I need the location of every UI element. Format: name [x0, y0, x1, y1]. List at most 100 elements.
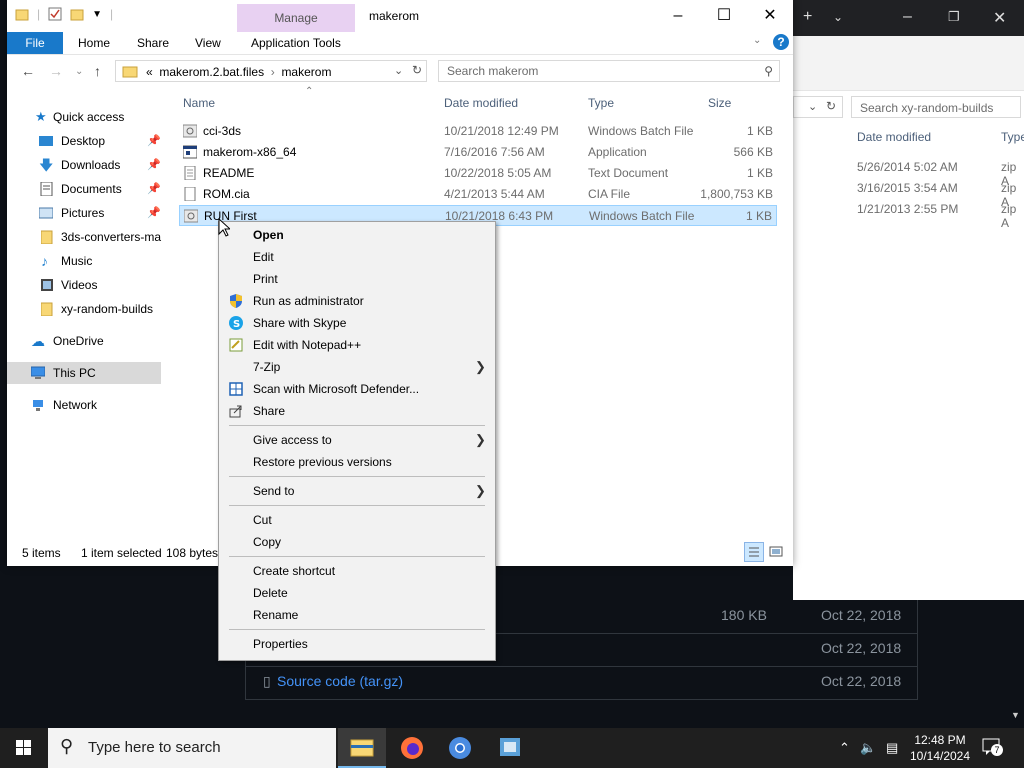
start-button[interactable]: [0, 728, 48, 768]
sidebar-item-onedrive[interactable]: ☁ OneDrive: [7, 330, 167, 352]
sidebar-item-documents[interactable]: Documents 📌: [7, 178, 167, 200]
sidebar-item-xy-random-builds[interactable]: xy-random-builds: [7, 298, 167, 320]
column-header-name[interactable]: Name: [183, 96, 215, 110]
sidebar-item-network[interactable]: Network: [7, 394, 167, 416]
clock[interactable]: 12:48 PM 10/14/2024: [908, 732, 972, 764]
close-icon[interactable]: ✕: [993, 8, 1006, 28]
background-address-bar[interactable]: ⌄ ↻: [793, 96, 843, 118]
tab-home[interactable]: Home: [78, 36, 110, 50]
pin-icon[interactable]: 📌: [147, 130, 161, 152]
tab-view[interactable]: View: [195, 36, 221, 50]
breadcrumb-segment[interactable]: makerom.2.bat.files: [159, 65, 264, 79]
minimize-icon[interactable]: –: [903, 8, 912, 26]
help-icon[interactable]: ?: [773, 34, 789, 50]
address-dropdown-icon[interactable]: ⌄: [394, 64, 403, 77]
menu-item-give-access-to[interactable]: Give access to ❯: [219, 429, 495, 451]
menu-item-copy[interactable]: Copy: [219, 531, 495, 553]
breadcrumb-segment[interactable]: makerom: [281, 65, 331, 79]
menu-item-scan-with-defender[interactable]: Scan with Microsoft Defender...: [219, 378, 495, 400]
expand-ribbon-icon[interactable]: ⌄: [753, 35, 761, 46]
pin-icon[interactable]: 📌: [147, 154, 161, 176]
maximize-button[interactable]: ☐: [701, 0, 747, 32]
sidebar-item-downloads[interactable]: 🡇 Downloads 📌: [7, 154, 167, 176]
column-header-type[interactable]: Type: [588, 96, 614, 110]
chevron-down-icon[interactable]: ⌄: [808, 100, 817, 113]
notification-center-button[interactable]: 7: [982, 738, 1003, 756]
overflow-chevron-icon[interactable]: «: [146, 65, 153, 79]
title-bar[interactable]: | ▼ | Manage makerom – ☐ ✕: [7, 0, 793, 32]
file-row[interactable]: ROM.cia 4/21/2013 5:44 AM CIA File 1,800…: [179, 184, 777, 205]
file-row[interactable]: README 10/22/2018 5:05 AM Text Document …: [179, 163, 777, 184]
menu-item-rename[interactable]: Rename: [219, 604, 495, 626]
taskbar-chromium[interactable]: [436, 728, 484, 768]
menu-item-run-as-administrator[interactable]: Run as administrator: [219, 290, 495, 312]
column-header-date[interactable]: Date modified: [857, 130, 931, 144]
address-bar[interactable]: « makerom.2.bat.files › makerom ⌄ ↻: [115, 60, 427, 82]
manage-tab[interactable]: Manage: [237, 4, 355, 32]
menu-item-edit[interactable]: Edit: [219, 246, 495, 268]
column-header-date[interactable]: Date modified: [444, 96, 518, 110]
menu-item-7-zip[interactable]: 7-Zip ❯: [219, 356, 495, 378]
sidebar-item-desktop[interactable]: Desktop 📌: [7, 130, 167, 152]
customize-toolbar-icon[interactable]: ▼: [92, 9, 102, 20]
menu-item-edit-with-notepad-plus-plus[interactable]: Edit with Notepad++: [219, 334, 495, 356]
sidebar-item-label: OneDrive: [53, 334, 104, 348]
refresh-icon[interactable]: ↻: [826, 99, 836, 113]
menu-item-share[interactable]: Share: [219, 400, 495, 422]
background-search-input[interactable]: Search xy-random-builds: [851, 96, 1021, 118]
sidebar-item-3ds-converters[interactable]: 3ds-converters-ma: [7, 226, 167, 248]
menu-item-properties[interactable]: Properties: [219, 633, 495, 655]
minimize-button[interactable]: –: [655, 0, 701, 32]
taskbar-control-panel[interactable]: [486, 728, 534, 768]
pin-icon[interactable]: 📌: [147, 178, 161, 200]
restore-icon[interactable]: ❐: [948, 9, 960, 25]
sidebar-item-pictures[interactable]: Pictures 📌: [7, 202, 167, 224]
sidebar-item-videos[interactable]: Videos: [7, 274, 167, 296]
taskbar-firefox[interactable]: [388, 728, 436, 768]
menu-item-delete[interactable]: Delete: [219, 582, 495, 604]
show-hidden-icons-icon[interactable]: ⌃: [839, 740, 850, 756]
tab-share[interactable]: Share: [137, 36, 169, 50]
sidebar-item-music[interactable]: ♪ Music: [7, 250, 167, 272]
new-folder-icon[interactable]: [70, 7, 84, 21]
search-placeholder: Type here to search: [88, 739, 221, 756]
menu-item-print[interactable]: Print: [219, 268, 495, 290]
sidebar-item-this-pc[interactable]: This PC: [7, 362, 161, 384]
network-status-icon[interactable]: ▤: [886, 740, 898, 756]
menu-item-create-shortcut[interactable]: Create shortcut: [219, 560, 495, 582]
tab-file[interactable]: File: [7, 32, 63, 54]
menu-item-cut[interactable]: Cut: [219, 509, 495, 531]
tab-application-tools[interactable]: Application Tools: [251, 36, 341, 50]
file-type: Text Document: [588, 166, 669, 180]
new-tab-icon[interactable]: +: [803, 8, 812, 26]
file-row[interactable]: cci-3ds 10/21/2018 12:49 PM Windows Batc…: [179, 121, 777, 142]
background-explorer-window: ⌄ ↻ Search xy-random-builds Date modifie…: [793, 36, 1024, 600]
column-header-size[interactable]: Size: [708, 96, 731, 110]
menu-item-send-to[interactable]: Send to ❯: [219, 480, 495, 502]
taskbar-search-box[interactable]: ⚲ Type here to search: [48, 728, 336, 768]
large-icons-view-button[interactable]: [768, 544, 784, 560]
file-date: 10/22/2018 5:05 AM: [444, 166, 552, 180]
volume-muted-icon[interactable]: 🔈: [860, 740, 876, 756]
menu-item-share-with-skype[interactable]: S Share with Skype: [219, 312, 495, 334]
up-arrow-icon[interactable]: ↑: [94, 63, 101, 79]
source-code-link[interactable]: Source code (tar.gz): [277, 673, 403, 689]
recent-locations-icon[interactable]: ⌄: [75, 66, 83, 77]
menu-item-open[interactable]: Open: [219, 224, 495, 246]
file-row[interactable]: makerom-x86_64 7/16/2016 7:56 AM Applica…: [179, 142, 777, 163]
sidebar-item-quick-access[interactable]: ★ Quick access: [7, 106, 167, 128]
column-header-type[interactable]: Type: [1001, 130, 1024, 144]
page-scrollbar[interactable]: ▼: [1006, 600, 1024, 728]
taskbar-file-explorer[interactable]: [338, 728, 386, 768]
details-view-button[interactable]: [744, 542, 764, 562]
pin-icon[interactable]: 📌: [147, 202, 161, 224]
forward-arrow-icon[interactable]: →: [49, 63, 63, 79]
asset-row[interactable]: ▯ Source code (tar.gz) Oct 22, 2018: [245, 666, 918, 699]
search-input[interactable]: Search makerom ⚲: [438, 60, 780, 82]
tab-list-icon[interactable]: ⌄: [833, 10, 843, 24]
refresh-icon[interactable]: ↻: [412, 63, 422, 77]
properties-icon[interactable]: [48, 7, 62, 21]
close-button[interactable]: ✕: [747, 0, 793, 32]
menu-item-restore-previous-versions[interactable]: Restore previous versions: [219, 451, 495, 473]
back-arrow-icon[interactable]: ←: [21, 63, 35, 79]
